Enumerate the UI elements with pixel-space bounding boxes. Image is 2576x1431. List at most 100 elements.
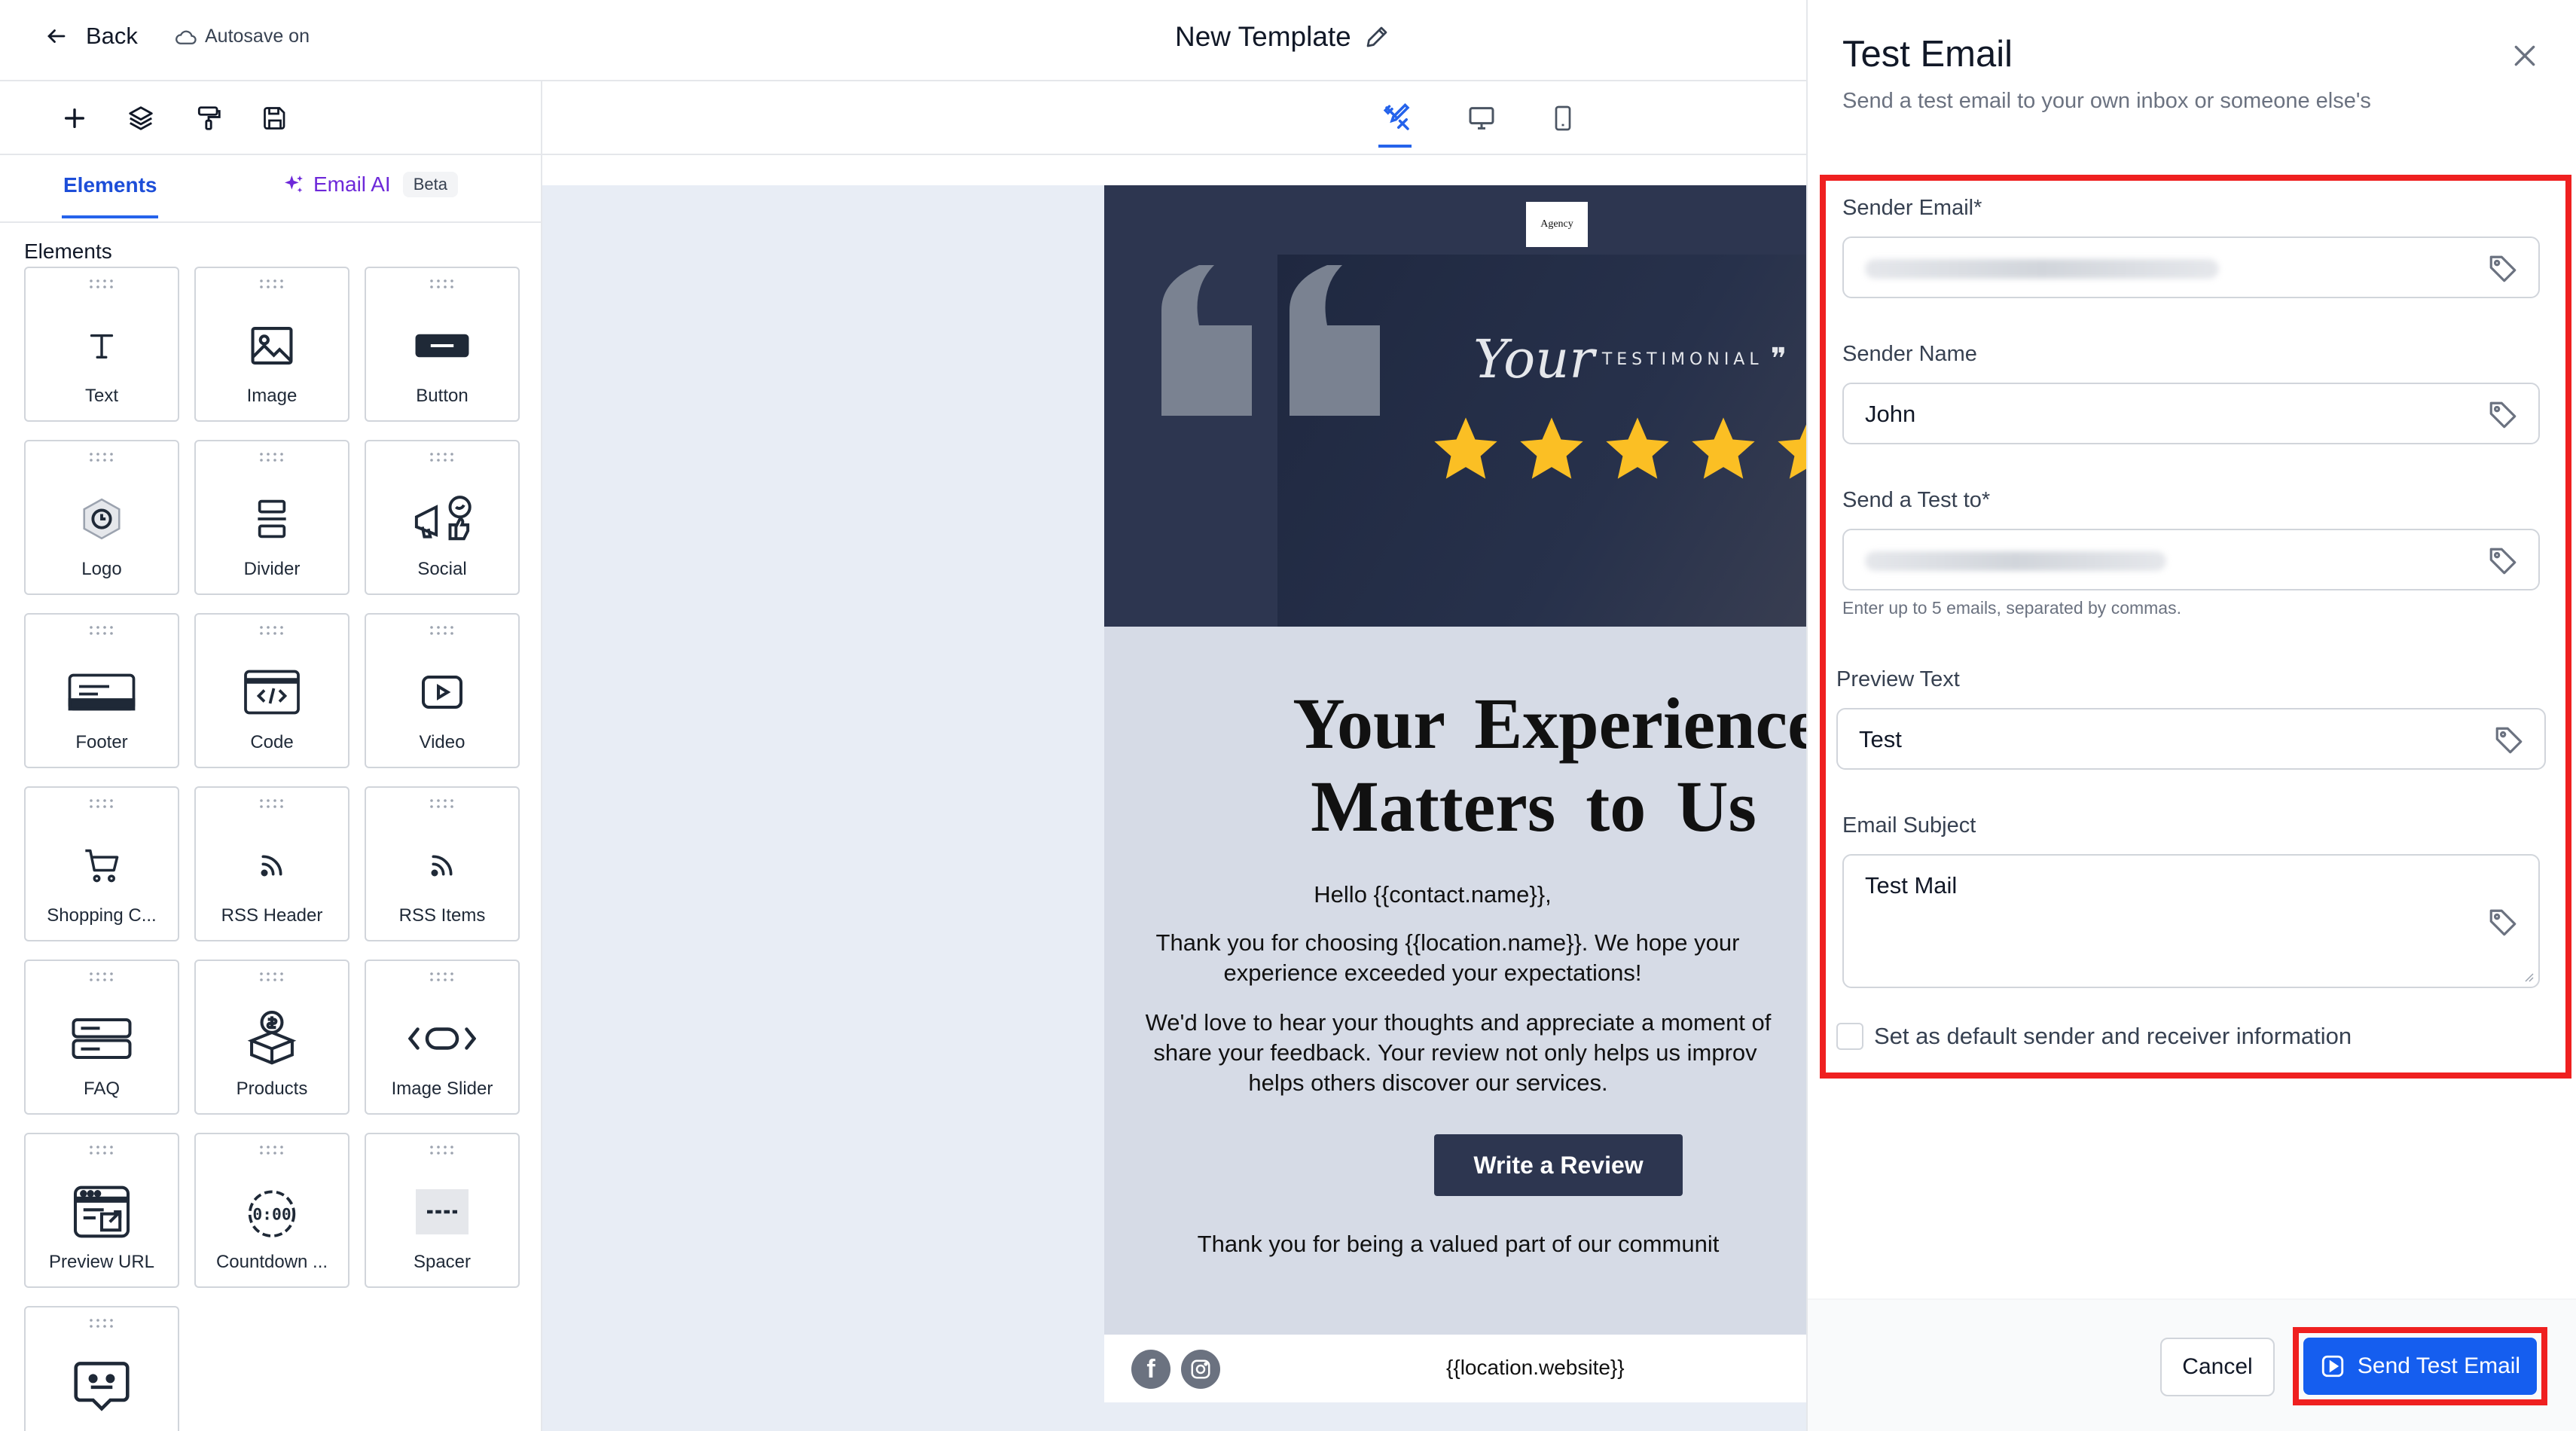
tag-icon[interactable]: [2487, 399, 2519, 431]
save-icon[interactable]: [258, 101, 292, 136]
resize-handle-icon[interactable]: [2522, 970, 2534, 982]
autosave-status: Autosave on: [175, 26, 310, 47]
agency-logo: Agency: [1526, 202, 1588, 247]
desktop-view-icon[interactable]: [1463, 99, 1500, 137]
element-tile-label: FAQ: [83, 1079, 120, 1099]
element-tile-label: Image Slider: [391, 1079, 493, 1099]
element-tile-button[interactable]: Button: [365, 267, 520, 422]
element-tile-logo[interactable]: Logo: [24, 440, 179, 595]
drag-handle-icon[interactable]: [257, 972, 287, 982]
send-test-email-label: Send Test Email: [2357, 1353, 2521, 1378]
element-tile-label: Image: [246, 386, 298, 406]
close-icon[interactable]: [2510, 41, 2540, 71]
tag-icon[interactable]: [2487, 545, 2519, 577]
pencil-icon[interactable]: [1363, 23, 1390, 50]
drag-handle-icon[interactable]: [87, 279, 117, 289]
tag-icon[interactable]: [2487, 907, 2519, 938]
send-to-hint: Enter up to 5 emails, separated by comma…: [1842, 598, 2181, 618]
redacted-value: [1865, 259, 2219, 279]
element-tile-footer[interactable]: Footer: [24, 613, 179, 768]
footer-website: {{location.website}}: [1446, 1356, 1625, 1379]
back-button[interactable]: Back: [45, 23, 138, 50]
element-tile-text[interactable]: Text: [24, 267, 179, 422]
drag-handle-icon[interactable]: [427, 1145, 457, 1155]
email-headline-line-1: Your Experience: [1293, 683, 1808, 764]
element-tile-image-slider[interactable]: Image Slider: [365, 960, 520, 1115]
paint-roller-icon[interactable]: [191, 101, 226, 136]
drag-handle-icon[interactable]: [257, 625, 287, 636]
element-tile-spacer[interactable]: Spacer: [365, 1133, 520, 1288]
email-footer[interactable]: f {{location.website}}: [1104, 1335, 1808, 1402]
small-quote-icon: ❞: [1770, 342, 1787, 377]
element-tile-rss-header[interactable]: RSS Header: [194, 786, 349, 941]
drag-handle-icon[interactable]: [87, 1318, 117, 1329]
email-paragraph-2-end: helps others discover our services.: [1248, 1069, 1608, 1096]
element-tile-divider[interactable]: Divider: [194, 440, 349, 595]
sender-name-field[interactable]: John: [1842, 383, 2540, 444]
drag-handle-icon[interactable]: [87, 972, 117, 982]
tag-icon[interactable]: [2487, 253, 2519, 285]
element-tile-faq[interactable]: FAQ: [24, 960, 179, 1115]
hero-section[interactable]: Agency Your TESTIMONIAL ❞: [1104, 185, 1808, 627]
element-tile-preview-url[interactable]: Preview URL: [24, 1133, 179, 1288]
drag-handle-icon[interactable]: [257, 798, 287, 809]
sender-name-label: Sender Name: [1842, 342, 1977, 366]
cancel-button[interactable]: Cancel: [2160, 1338, 2275, 1396]
autosave-label: Autosave on: [205, 26, 310, 47]
instagram-icon[interactable]: [1181, 1350, 1220, 1389]
drag-handle-icon[interactable]: [427, 625, 457, 636]
write-review-button[interactable]: Write a Review: [1434, 1134, 1683, 1196]
element-tile-shopping-c[interactable]: Shopping C...: [24, 786, 179, 941]
drag-handle-icon[interactable]: [87, 452, 117, 462]
tag-icon[interactable]: [2493, 725, 2525, 756]
default-sender-checkbox[interactable]: [1836, 1023, 1863, 1050]
element-tile-social[interactable]: Social: [365, 440, 520, 595]
drag-handle-icon[interactable]: [257, 1145, 287, 1155]
drawer-title: Test Email: [1842, 34, 2013, 75]
text-icon: [68, 319, 136, 372]
sparkle-icon: [285, 175, 303, 193]
element-tile-rss-items[interactable]: RSS Items: [365, 786, 520, 941]
rss-icon: [408, 839, 476, 892]
element-tile-label: Divider: [243, 559, 301, 579]
drag-handle-icon[interactable]: [257, 279, 287, 289]
tab-email-ai[interactable]: Email AI Beta: [282, 172, 458, 197]
layers-icon[interactable]: [124, 101, 158, 136]
mobile-view-icon[interactable]: [1544, 99, 1582, 137]
element-tile-video[interactable]: Video: [365, 613, 520, 768]
element-tile-countdown[interactable]: 0:00 Countdown ...: [194, 1133, 349, 1288]
drag-handle-icon[interactable]: [427, 972, 457, 982]
drawer-subtitle: Send a test email to your own inbox or s…: [1842, 89, 2371, 113]
template-title[interactable]: New Template: [1175, 21, 1390, 53]
drag-handle-icon[interactable]: [427, 279, 457, 289]
design-mode-icon[interactable]: [1378, 99, 1416, 137]
drag-handle-icon[interactable]: [427, 798, 457, 809]
element-tile-code[interactable]: Code: [194, 613, 349, 768]
element-tile-image[interactable]: Image: [194, 267, 349, 422]
element-tile-label: Footer: [75, 732, 128, 752]
tab-elements[interactable]: Elements: [63, 173, 157, 197]
drag-handle-icon[interactable]: [257, 452, 287, 462]
email-closing: Thank you for being a valued part of our…: [1197, 1231, 1720, 1257]
add-icon[interactable]: [57, 101, 92, 136]
email-subject-textarea[interactable]: Test Mail: [1842, 854, 2540, 988]
email-preview[interactable]: Agency Your TESTIMONIAL ❞ Your Experienc…: [1104, 185, 1808, 1402]
sender-email-label: Sender Email*: [1842, 196, 1982, 220]
drag-handle-icon[interactable]: [87, 1145, 117, 1155]
testimonial-heading: Your TESTIMONIAL ❞: [1473, 328, 1787, 390]
social-icon: [408, 493, 476, 545]
element-tile-partial[interactable]: [24, 1306, 179, 1431]
tab-email-ai-label: Email AI: [313, 172, 391, 196]
drag-handle-icon[interactable]: [427, 452, 457, 462]
preview-text-field[interactable]: Test: [1836, 708, 2546, 770]
drag-handle-icon[interactable]: [87, 798, 117, 809]
star-icon: [1692, 417, 1755, 479]
send-to-field[interactable]: [1842, 529, 2540, 590]
sender-email-field[interactable]: [1842, 236, 2540, 298]
left-panel: Elements Email AI Beta Elements Text Imag…: [0, 81, 542, 1431]
element-tile-products[interactable]: Products: [194, 960, 349, 1115]
element-tile-label: Text: [84, 386, 118, 406]
send-test-email-button[interactable]: Send Test Email: [2303, 1338, 2537, 1395]
facebook-icon[interactable]: f: [1131, 1350, 1170, 1389]
drag-handle-icon[interactable]: [87, 625, 117, 636]
